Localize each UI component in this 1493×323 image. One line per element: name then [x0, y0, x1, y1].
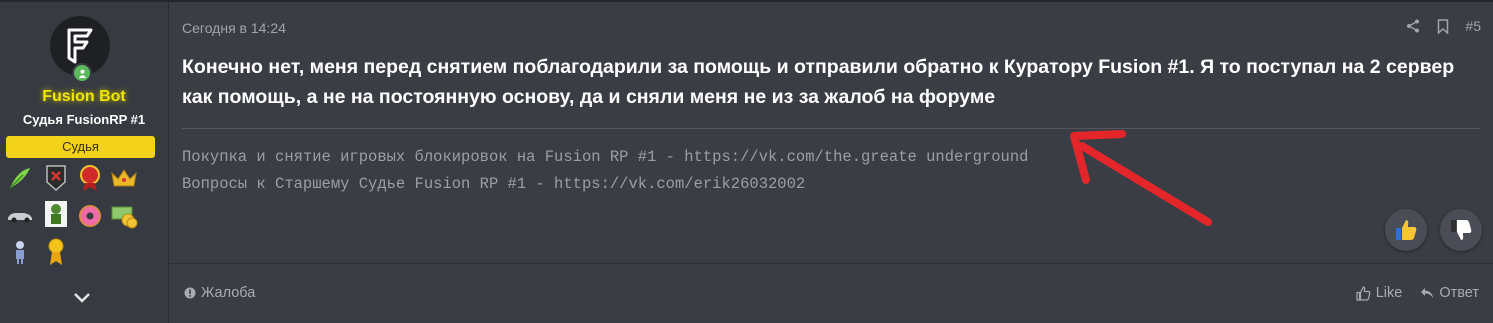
reply-button[interactable]: Ответ [1420, 285, 1479, 301]
money-award-icon [110, 202, 138, 230]
figure-award-icon [6, 238, 34, 266]
post-number[interactable]: #5 [1465, 18, 1481, 34]
gold-medal-award-icon [42, 238, 70, 266]
thumbs-down-icon [1451, 220, 1472, 240]
car-award-icon [6, 202, 34, 230]
signature-divider [182, 128, 1480, 129]
crown-award-icon [110, 164, 138, 192]
signature: Покупка и снятие игровых блокировок на F… [182, 144, 1282, 198]
share-icon[interactable] [1405, 18, 1421, 34]
bookmark-icon[interactable] [1435, 18, 1451, 34]
dark-badge-award-icon [42, 164, 70, 192]
thumbs-up-icon [1396, 220, 1417, 240]
user-banner: Судья [6, 136, 155, 158]
report-icon [184, 287, 196, 299]
like-label: Like [1375, 285, 1403, 301]
thumbs-up-icon [1356, 285, 1370, 301]
expand-sidebar-button[interactable] [71, 287, 93, 309]
reply-label: Ответ [1439, 285, 1479, 301]
post-date[interactable]: Сегодня в 14:24 [182, 20, 286, 36]
green-figure-award-icon [42, 200, 70, 228]
like-button[interactable]: Like [1356, 285, 1403, 301]
user-title: Судья FusionRP #1 [22, 112, 146, 127]
post-footer-actions: Like Ответ [1356, 285, 1479, 301]
reaction-like-button[interactable] [1385, 209, 1427, 251]
signature-line: Вопросы к Старшему Судье Fusion RP #1 - … [182, 175, 806, 193]
post-meta-actions: #5 [1405, 18, 1481, 34]
red-medal-award-icon [76, 164, 104, 192]
donut-award-icon [76, 202, 104, 230]
online-status-icon [72, 63, 92, 83]
chevron-down-icon [74, 293, 90, 303]
fusion-logo-icon [67, 28, 93, 64]
footer-divider [168, 263, 1493, 264]
reaction-dislike-button[interactable] [1440, 209, 1482, 251]
signature-line: Покупка и снятие игровых блокировок на F… [182, 148, 1029, 166]
reply-icon [1421, 288, 1434, 298]
username[interactable]: Fusion Bot [0, 88, 168, 106]
forum-post: Fusion Bot Судья FusionRP #1 Судья Сегод… [0, 0, 1493, 323]
report-button[interactable]: Жалоба [184, 285, 255, 301]
feather-award-icon [6, 164, 34, 192]
post-message: Конечно нет, меня перед снятием поблагод… [182, 56, 1455, 108]
user-sidebar: Fusion Bot Судья FusionRP #1 Судья [0, 2, 169, 323]
report-label: Жалоба [201, 285, 256, 301]
